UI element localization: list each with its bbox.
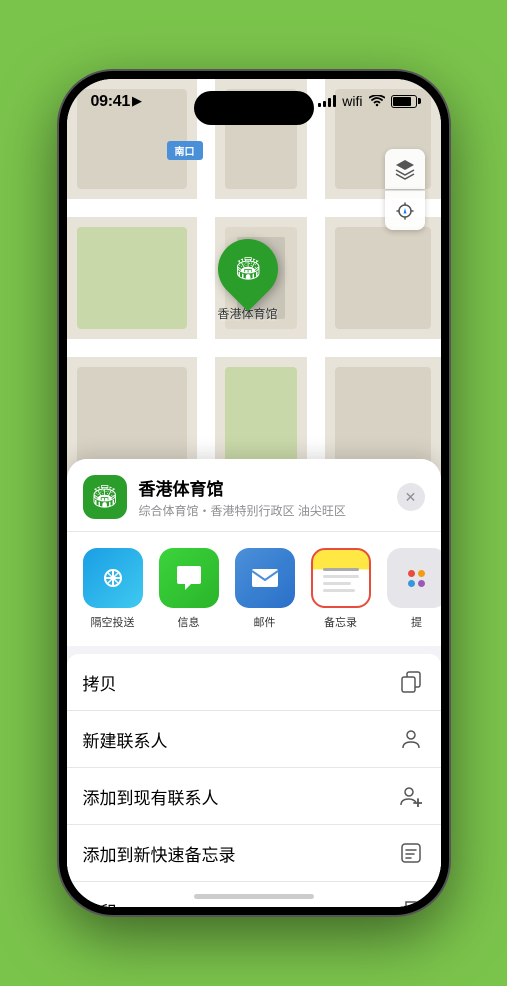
action-quick-note[interactable]: 添加到新快速备忘录: [67, 825, 441, 882]
action-new-contact[interactable]: 新建联系人: [67, 711, 441, 768]
more-label: 提: [411, 614, 422, 630]
wifi-icon: wifi: [342, 93, 362, 109]
mail-label: 邮件: [254, 614, 276, 630]
messages-svg: [173, 562, 205, 594]
notes-icon: [311, 548, 371, 608]
action-copy-label: 拷贝: [83, 670, 397, 695]
map-label-south: 南口: [167, 141, 203, 160]
copy-svg: [400, 671, 422, 693]
print-icon: [397, 896, 425, 907]
airdrop-label: 隔空投送: [91, 614, 135, 630]
share-item-mail[interactable]: 邮件: [235, 548, 295, 630]
location-icon: ▶: [132, 93, 142, 109]
print-svg: [400, 899, 422, 907]
compass-icon: [395, 201, 415, 221]
status-time: 09:41: [91, 93, 130, 111]
person-add-icon: [397, 782, 425, 810]
layers-icon: [394, 158, 416, 180]
location-card: 🏟 香港体育馆 综合体育馆・香港特别行政区 油尖旺区 ✕: [67, 459, 441, 532]
person-svg: [400, 728, 422, 750]
share-item-airdrop[interactable]: 隔空投送: [83, 548, 143, 630]
share-item-messages[interactable]: 信息: [159, 548, 219, 630]
mail-svg: [249, 562, 281, 594]
location-name: 香港体育馆: [139, 475, 397, 500]
notes-lines: [323, 564, 359, 592]
action-new-contact-label: 新建联系人: [83, 727, 397, 752]
share-row: 隔空投送 信息: [67, 532, 441, 646]
phone-screen: 09:41 ▶ wifi: [67, 79, 441, 907]
wifi-signal-icon: [369, 95, 385, 107]
venue-icon: 🏟: [83, 475, 127, 519]
action-add-contact-label: 添加到现有联系人: [83, 784, 397, 809]
action-add-contact[interactable]: 添加到现有联系人: [67, 768, 441, 825]
action-copy[interactable]: 拷贝: [67, 654, 441, 711]
map-location-button[interactable]: [385, 190, 425, 230]
map-area[interactable]: 南口: [67, 79, 441, 499]
person-icon: [397, 725, 425, 753]
more-icon: [387, 548, 441, 608]
home-indicator: [194, 894, 314, 899]
action-quick-note-label: 添加到新快速备忘录: [83, 841, 397, 866]
location-pin: 🏟 香港体育馆: [217, 239, 277, 322]
messages-icon: [159, 548, 219, 608]
pin-inner: 🏟: [225, 247, 269, 291]
status-icons: wifi: [318, 93, 416, 109]
battery-icon: [391, 95, 417, 108]
airdrop-icon: [83, 548, 143, 608]
phone-frame: 09:41 ▶ wifi: [59, 71, 449, 915]
mail-icon: [235, 548, 295, 608]
person-add-svg: [400, 785, 422, 807]
copy-icon: [397, 668, 425, 696]
note-svg: [400, 842, 422, 864]
action-list: 拷贝 新建联系人: [67, 654, 441, 907]
map-layer-button[interactable]: [385, 149, 425, 189]
dynamic-island: [194, 91, 314, 125]
location-desc: 综合体育馆・香港特别行政区 油尖旺区: [139, 502, 397, 519]
note-icon: [397, 839, 425, 867]
location-info: 香港体育馆 综合体育馆・香港特别行政区 油尖旺区: [139, 475, 397, 519]
bottom-sheet: 🏟 香港体育馆 综合体育馆・香港特别行政区 油尖旺区 ✕: [67, 459, 441, 907]
share-item-notes[interactable]: 备忘录: [311, 548, 371, 630]
signal-icon: [318, 95, 336, 107]
share-item-more[interactable]: 提: [387, 548, 441, 630]
pin-circle: 🏟: [205, 227, 290, 312]
map-button-group: [385, 149, 425, 230]
stadium-icon: 🏟: [234, 256, 262, 282]
close-button[interactable]: ✕: [397, 483, 425, 511]
notes-label: 备忘录: [324, 614, 357, 630]
messages-label: 信息: [178, 614, 200, 630]
airdrop-svg: [97, 562, 129, 594]
